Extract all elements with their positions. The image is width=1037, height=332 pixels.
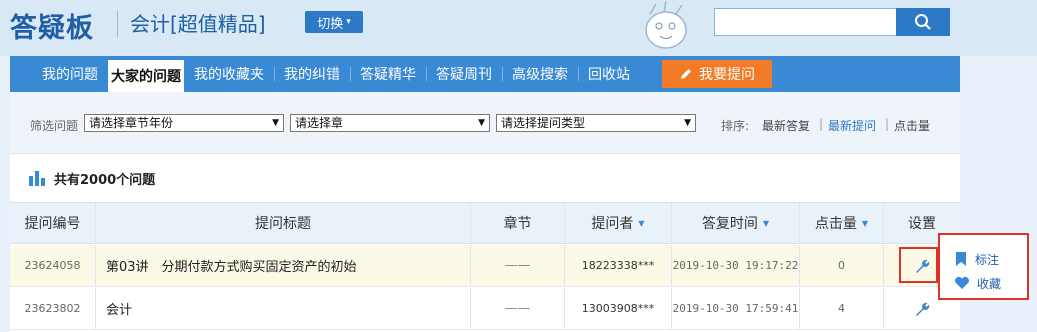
settings-highlight-box <box>899 247 938 283</box>
mark-option-label: 标注 <box>975 252 1000 267</box>
header-divider <box>117 11 118 37</box>
header: 答疑板 会计[超值精品] 切换 ▾ <box>0 0 1037 56</box>
col-chapter: 章节 <box>471 203 565 243</box>
filter-label: 筛选问题 <box>30 119 79 133</box>
table-row[interactable]: 23623802 会计 —— 13003908*** 2019-10-30 17… <box>10 288 960 330</box>
search-input[interactable] <box>714 8 896 36</box>
year-select-value: 请选择章节年份 <box>89 116 174 130</box>
col-question-title: 提问标题 <box>96 203 471 243</box>
col-question-id: 提问编号 <box>10 203 96 243</box>
question-title-link[interactable]: 第03讲 分期付款方式购买固定资产的初始 <box>96 245 471 286</box>
switch-course-button[interactable]: 切换 ▾ <box>305 11 363 33</box>
nav-my-favorites[interactable]: 我的收藏夹 <box>184 56 274 92</box>
mascot-illustration <box>645 0 687 49</box>
question-type-select[interactable]: 请选择提问类型 ▼ <box>496 114 696 132</box>
sort-caret-icon: ▼ <box>861 218 869 228</box>
question-count-text: 共有2000个问题 <box>54 172 156 188</box>
nav-qa-weekly[interactable]: 答疑周刊 <box>426 56 502 92</box>
ask-question-button[interactable]: 我要提问 <box>662 60 772 88</box>
chapter-select[interactable]: 请选择章 ▼ <box>290 114 490 132</box>
search-icon <box>915 14 931 30</box>
favorite-option[interactable]: 收藏 <box>954 273 1001 293</box>
sort-label: 排序: <box>721 119 750 133</box>
chevron-down-icon: ▾ <box>346 17 351 27</box>
reply-time-cell: 2019-10-30 17:59:41 <box>672 288 800 329</box>
questions-panel: 筛选问题 请选择章节年份 ▼ 请选择章 ▼ 请选择提问类型 ▼ 排序: 最新答复… <box>10 92 960 332</box>
ask-question-label: 我要提问 <box>699 67 755 83</box>
nav-qa-highlights[interactable]: 答疑精华 <box>350 56 426 92</box>
nav-advanced-search[interactable]: 高级搜索 <box>502 56 578 92</box>
table-header: 提问编号 提问标题 章节 提问者 ▼ 答复时间 ▼ 点击量 ▼ 设置 <box>10 202 960 244</box>
mark-option[interactable]: 标注 <box>954 249 999 269</box>
logo[interactable]: 答疑板 <box>10 6 94 45</box>
nav-recycle-bin[interactable]: 回收站 <box>578 56 640 92</box>
sort-divider: | <box>885 117 890 131</box>
nav-everyone-questions[interactable]: 大家的问题 <box>108 60 184 92</box>
sort-caret-icon: ▼ <box>762 218 770 228</box>
chapter-cell: —— <box>471 288 565 329</box>
dropdown-arrow-icon: ▼ <box>684 118 691 128</box>
clicks-cell: 4 <box>800 288 884 329</box>
dropdown-arrow-icon: ▼ <box>272 118 279 128</box>
search-button[interactable] <box>896 8 950 36</box>
bar-chart-icon <box>29 171 45 186</box>
author-cell: 13003908*** <box>565 288 672 329</box>
year-select[interactable]: 请选择章节年份 ▼ <box>84 114 284 132</box>
sort-clicks[interactable]: 点击量 <box>894 117 930 134</box>
bookmark-icon <box>956 252 966 266</box>
reply-time-cell: 2019-10-30 19:17:22 <box>672 245 800 286</box>
sort-divider: | <box>819 117 824 131</box>
sort-latest-question[interactable]: 最新提问 <box>828 117 876 134</box>
favorite-option-label: 收藏 <box>977 276 1002 291</box>
filter-bar: 筛选问题 请选择章节年份 ▼ 请选择章 ▼ 请选择提问类型 ▼ 排序: 最新答复… <box>10 92 960 154</box>
table-row[interactable]: 23624058 第03讲 分期付款方式购买固定资产的初始 —— 1822333… <box>10 245 960 287</box>
nav-my-questions[interactable]: 我的问题 <box>32 56 108 92</box>
question-type-select-value: 请选择提问类型 <box>501 116 586 130</box>
question-id: 23623802 <box>10 288 96 329</box>
col-reply-time[interactable]: 答复时间 ▼ <box>672 203 800 243</box>
question-title-link[interactable]: 会计 <box>96 288 471 329</box>
question-id: 23624058 <box>10 245 96 286</box>
sort-caret-icon: ▼ <box>638 218 645 228</box>
chapter-select-value: 请选择章 <box>295 116 344 130</box>
course-title: 会计[超值精品] <box>130 12 266 36</box>
dropdown-arrow-icon: ▼ <box>478 118 485 128</box>
heart-icon <box>955 276 969 289</box>
wrench-icon[interactable] <box>913 300 931 318</box>
col-author[interactable]: 提问者 ▼ <box>565 203 672 243</box>
question-count: 共有2000个问题 <box>28 168 155 188</box>
main-nav: 我的问题 大家的问题 我的收藏夹 我的纠错 答疑精华 答疑周刊 高级搜索 回收站… <box>10 56 960 92</box>
nav-my-corrections[interactable]: 我的纠错 <box>274 56 350 92</box>
settings-dropdown: 标注 收藏 <box>938 233 1029 300</box>
clicks-cell: 0 <box>800 245 884 286</box>
pencil-icon <box>681 69 691 79</box>
author-cell: 18223338*** <box>565 245 672 286</box>
chapter-cell: —— <box>471 245 565 286</box>
switch-label: 切换 <box>317 16 344 32</box>
col-clicks[interactable]: 点击量 ▼ <box>800 203 884 243</box>
sort-latest-reply[interactable]: 最新答复 <box>762 117 810 134</box>
